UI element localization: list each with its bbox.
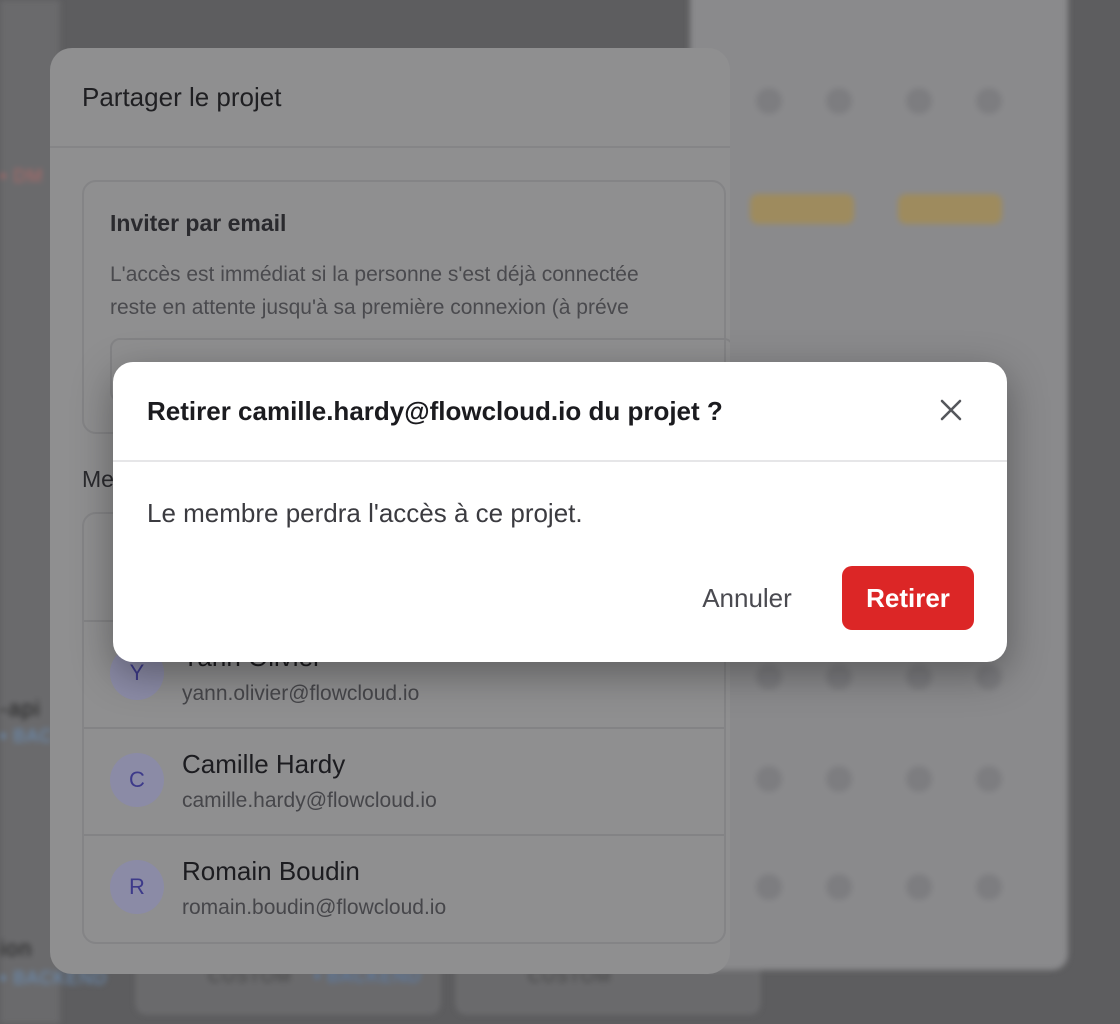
cancel-button[interactable]: Annuler [685, 566, 809, 630]
close-icon [940, 399, 962, 421]
dialog-title: Retirer camille.hardy@flowcloud.io du pr… [147, 396, 723, 426]
close-button[interactable] [933, 392, 969, 428]
remove-button[interactable]: Retirer [842, 566, 974, 630]
remove-member-dialog: Retirer camille.hardy@flowcloud.io du pr… [113, 362, 1007, 662]
dialog-message: Le membre perdra l'accès à ce projet. [147, 498, 583, 528]
dialog-header: Retirer camille.hardy@flowcloud.io du pr… [113, 362, 1007, 462]
